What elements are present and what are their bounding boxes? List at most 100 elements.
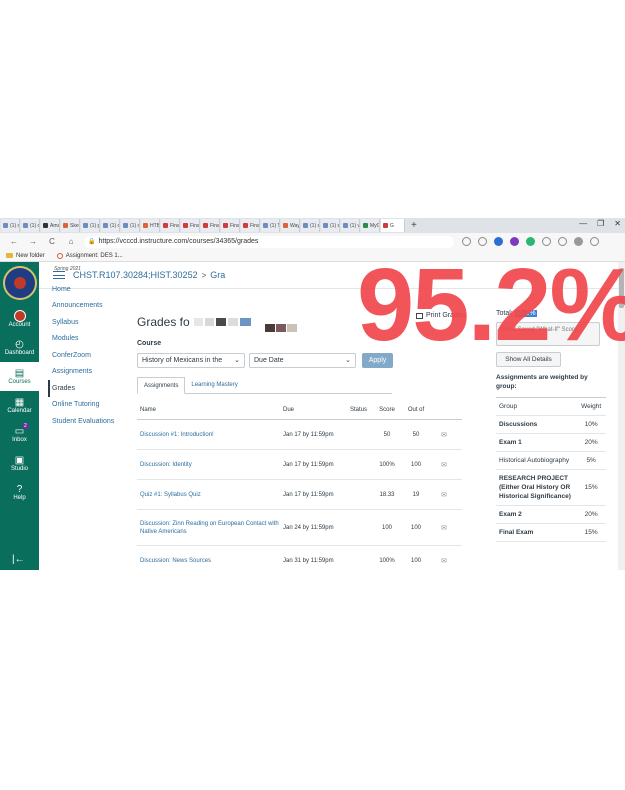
redacted-name-block bbox=[204, 318, 214, 326]
comment-icon[interactable]: ✉ bbox=[430, 461, 458, 469]
tab-learning-mastery[interactable]: Learning Mastery bbox=[185, 377, 243, 393]
coursenav-online-tutoring[interactable]: Online Tutoring bbox=[52, 397, 132, 414]
bookmark-assignment[interactable]: Assignment: DES 1... bbox=[56, 252, 123, 259]
browser-tab[interactable]: Final bbox=[161, 219, 180, 232]
browser-tab[interactable]: Final bbox=[221, 219, 240, 232]
grammarly-icon[interactable] bbox=[526, 237, 535, 246]
browser-tab[interactable]: Amaz bbox=[41, 219, 60, 232]
browser-tab[interactable]: (1) cu bbox=[21, 219, 40, 232]
forward-button[interactable]: → bbox=[28, 237, 38, 246]
course-navigation: Spring 2021 Home Announcements Syllabus … bbox=[48, 266, 132, 430]
browser-tab[interactable]: (1) vc bbox=[341, 219, 360, 232]
tab-favicon-icon bbox=[183, 223, 188, 228]
nav-help[interactable]: ? Help bbox=[0, 478, 39, 507]
favorites-icon[interactable] bbox=[542, 237, 551, 246]
nav-courses[interactable]: ▤ Courses bbox=[0, 362, 39, 391]
coursenav-conferzoom[interactable]: ConferZoom bbox=[52, 347, 132, 364]
comment-icon[interactable]: ✉ bbox=[430, 431, 458, 439]
comment-icon[interactable]: ✉ bbox=[430, 524, 458, 532]
coursenav-announcements[interactable]: Announcements bbox=[52, 298, 132, 315]
assignment-link[interactable]: Discussion: Identity bbox=[137, 461, 283, 469]
profile-avatar[interactable] bbox=[574, 237, 583, 246]
college-logo[interactable] bbox=[0, 262, 39, 304]
assignment-link[interactable]: Discussion: Zinn Reading on European Con… bbox=[137, 520, 283, 536]
menu-icon[interactable] bbox=[590, 237, 599, 246]
redacted-name-block bbox=[275, 324, 286, 332]
home-button[interactable]: ⌂ bbox=[66, 237, 76, 246]
minimize-button[interactable]: — bbox=[579, 219, 587, 228]
assignment-link[interactable]: Quiz #1: Syllabus Quiz bbox=[137, 491, 283, 499]
browser-tab[interactable]: Wayf bbox=[281, 219, 300, 232]
browser-tab[interactable]: (1) cu bbox=[101, 219, 120, 232]
browser-tab[interactable]: (1) cu bbox=[121, 219, 140, 232]
coursenav-modules[interactable]: Modules bbox=[52, 331, 132, 348]
nav-calendar[interactable]: ▦ Calendar bbox=[0, 391, 39, 420]
out-of: 100 bbox=[410, 461, 421, 468]
comment-icon[interactable]: ✉ bbox=[430, 557, 458, 565]
tab-favicon-icon bbox=[143, 223, 148, 228]
url-input[interactable]: 🔒 https://vcccd.instructure.com/courses/… bbox=[84, 235, 454, 248]
browser-tab[interactable]: Sketc bbox=[61, 219, 80, 232]
due-date: Jan 31 by 11:59pm bbox=[283, 557, 334, 564]
coursenav-home[interactable]: Home bbox=[52, 281, 132, 298]
close-button[interactable]: ✕ bbox=[614, 219, 621, 228]
tab-assignments[interactable]: Assignments bbox=[137, 377, 186, 394]
assignment-link[interactable]: Discussion: News Sources bbox=[137, 557, 283, 565]
extension-icon[interactable] bbox=[510, 237, 519, 246]
browser-tab[interactable]: (1) cu bbox=[1, 219, 20, 232]
collections-icon[interactable] bbox=[558, 237, 567, 246]
browser-tab[interactable]: MyCo bbox=[361, 219, 380, 232]
zoom-icon[interactable] bbox=[462, 237, 471, 246]
tab-label: HTB bbox=[150, 222, 160, 229]
course-select[interactable]: History of Mexicans in the ⌄ bbox=[137, 353, 245, 368]
browser-tab[interactable]: (1) Tr bbox=[261, 219, 280, 232]
nav-inbox[interactable]: ▭ 2 Inbox bbox=[0, 420, 39, 449]
coursenav-assignments[interactable]: Assignments bbox=[52, 364, 132, 381]
coursenav-syllabus[interactable]: Syllabus bbox=[52, 314, 132, 331]
browser-tab[interactable]: (1) p bbox=[81, 219, 100, 232]
nav-studio[interactable]: ▣ Studio bbox=[0, 449, 39, 478]
help-icon: ? bbox=[16, 484, 23, 495]
back-button[interactable]: ← bbox=[9, 237, 19, 246]
group-name: Historical Autobiography bbox=[499, 457, 570, 464]
dashboard-icon: ◴ bbox=[15, 339, 24, 350]
browser-tab[interactable]: (1) st bbox=[321, 219, 340, 232]
assignment-link[interactable]: Discussion #1: Introduction! bbox=[137, 431, 283, 439]
browser-tab[interactable]: HTB bbox=[141, 219, 160, 232]
tab-favicon-icon bbox=[243, 223, 248, 228]
browser-tab[interactable]: Final bbox=[181, 219, 200, 232]
weight-row: Final Exam 15% bbox=[496, 524, 606, 542]
comment-icon[interactable]: ✉ bbox=[430, 491, 458, 499]
due-date: Jan 17 by 11:59pm bbox=[283, 461, 334, 468]
browser-tab[interactable]: Final bbox=[201, 219, 220, 232]
out-of: 19 bbox=[412, 491, 420, 498]
window-controls: — ❐ ✕ bbox=[579, 219, 621, 228]
col-status: Status bbox=[349, 406, 367, 413]
nav-label: Calendar bbox=[7, 408, 32, 414]
reload-button[interactable]: C bbox=[47, 237, 57, 246]
maximize-button[interactable]: ❐ bbox=[597, 219, 604, 228]
weighted-note: Assignments are weighted by group: bbox=[496, 374, 588, 390]
collapse-nav-icon[interactable]: |← bbox=[12, 554, 25, 565]
nav-account[interactable]: Account bbox=[0, 304, 39, 333]
courses-icon: ▤ bbox=[14, 368, 25, 379]
col-name: Name bbox=[140, 406, 157, 413]
bookmark-new-folder[interactable]: New folder bbox=[6, 253, 45, 259]
browser-tab[interactable]: G bbox=[381, 219, 405, 232]
sort-select[interactable]: Due Date ⌄ bbox=[249, 353, 356, 368]
coursenav-student-evaluations[interactable]: Student Evaluations bbox=[52, 413, 132, 430]
tab-label: Amaz bbox=[50, 222, 59, 229]
weights-table: Group Weight Discussions 10% Exam 1 20% … bbox=[496, 397, 606, 542]
grade-overlay-text: 95.2% bbox=[357, 247, 625, 362]
out-of: 50 bbox=[412, 431, 420, 438]
tab-favicon-icon bbox=[123, 223, 128, 228]
coursenav-grades[interactable]: Grades bbox=[48, 380, 132, 397]
favorite-star-icon[interactable] bbox=[478, 237, 487, 246]
extension-icon[interactable] bbox=[494, 237, 503, 246]
nav-dashboard[interactable]: ◴ Dashboard bbox=[0, 333, 39, 362]
browser-tab[interactable]: Final bbox=[241, 219, 260, 232]
lock-icon: 🔒 bbox=[88, 239, 96, 245]
browser-tab[interactable]: (1) st bbox=[301, 219, 320, 232]
score: 50 bbox=[383, 431, 391, 438]
new-tab-button[interactable]: + bbox=[411, 220, 417, 231]
